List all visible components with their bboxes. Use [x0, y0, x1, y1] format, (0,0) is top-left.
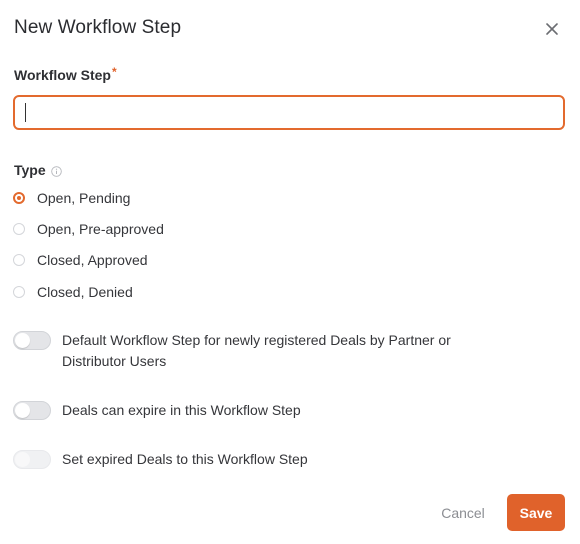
toggle-label: Default Workflow Step for newly register… — [62, 332, 451, 369]
radio-button-checked[interactable] — [13, 192, 25, 204]
save-button[interactable]: Save — [507, 494, 565, 531]
workflow-step-label: Workflow Step* — [14, 65, 117, 83]
text-cursor — [25, 103, 26, 122]
close-icon — [543, 20, 561, 38]
radio-open-pending[interactable]: Open, Pending — [13, 188, 130, 208]
info-icon[interactable] — [51, 164, 62, 177]
default-step-toggle[interactable] — [13, 331, 51, 350]
deals-expire-toggle[interactable] — [13, 401, 51, 420]
radio-label: Open, Pre-approved — [37, 221, 164, 237]
workflow-step-input[interactable] — [13, 95, 565, 130]
radio-open-pre-approved[interactable]: Open, Pre-approved — [13, 219, 164, 239]
radio-button[interactable] — [13, 254, 25, 266]
close-button[interactable] — [543, 20, 561, 38]
radio-closed-approved[interactable]: Closed, Approved — [13, 250, 148, 270]
toggle-row-default-step[interactable]: Default Workflow Step for newly register… — [13, 331, 513, 372]
radio-closed-denied[interactable]: Closed, Denied — [13, 282, 133, 302]
toggle-row-deals-expire[interactable]: Deals can expire in this Workflow Step — [13, 401, 301, 421]
radio-button[interactable] — [13, 286, 25, 298]
set-expired-toggle — [13, 450, 51, 469]
radio-label: Open, Pending — [37, 190, 131, 206]
cancel-button[interactable]: Cancel — [431, 499, 495, 527]
radio-button[interactable] — [13, 223, 25, 235]
toggle-label: Deals can expire in this Workflow Step — [62, 402, 301, 418]
toggle-row-set-expired: Set expired Deals to this Workflow Step — [13, 450, 308, 470]
toggle-label: Set expired Deals to this Workflow Step — [62, 451, 308, 467]
workflow-step-label-text: Workflow Step — [14, 67, 111, 83]
type-label: Type — [14, 162, 46, 178]
toggle-knob — [15, 452, 30, 467]
required-marker: * — [111, 65, 117, 79]
toggle-knob — [15, 403, 30, 418]
radio-label: Closed, Approved — [37, 252, 148, 268]
toggle-knob — [15, 333, 30, 348]
radio-label: Closed, Denied — [37, 284, 133, 300]
new-workflow-step-dialog: New Workflow Step Workflow Step* Type Op… — [0, 0, 580, 544]
dialog-title: New Workflow Step — [14, 17, 182, 38]
